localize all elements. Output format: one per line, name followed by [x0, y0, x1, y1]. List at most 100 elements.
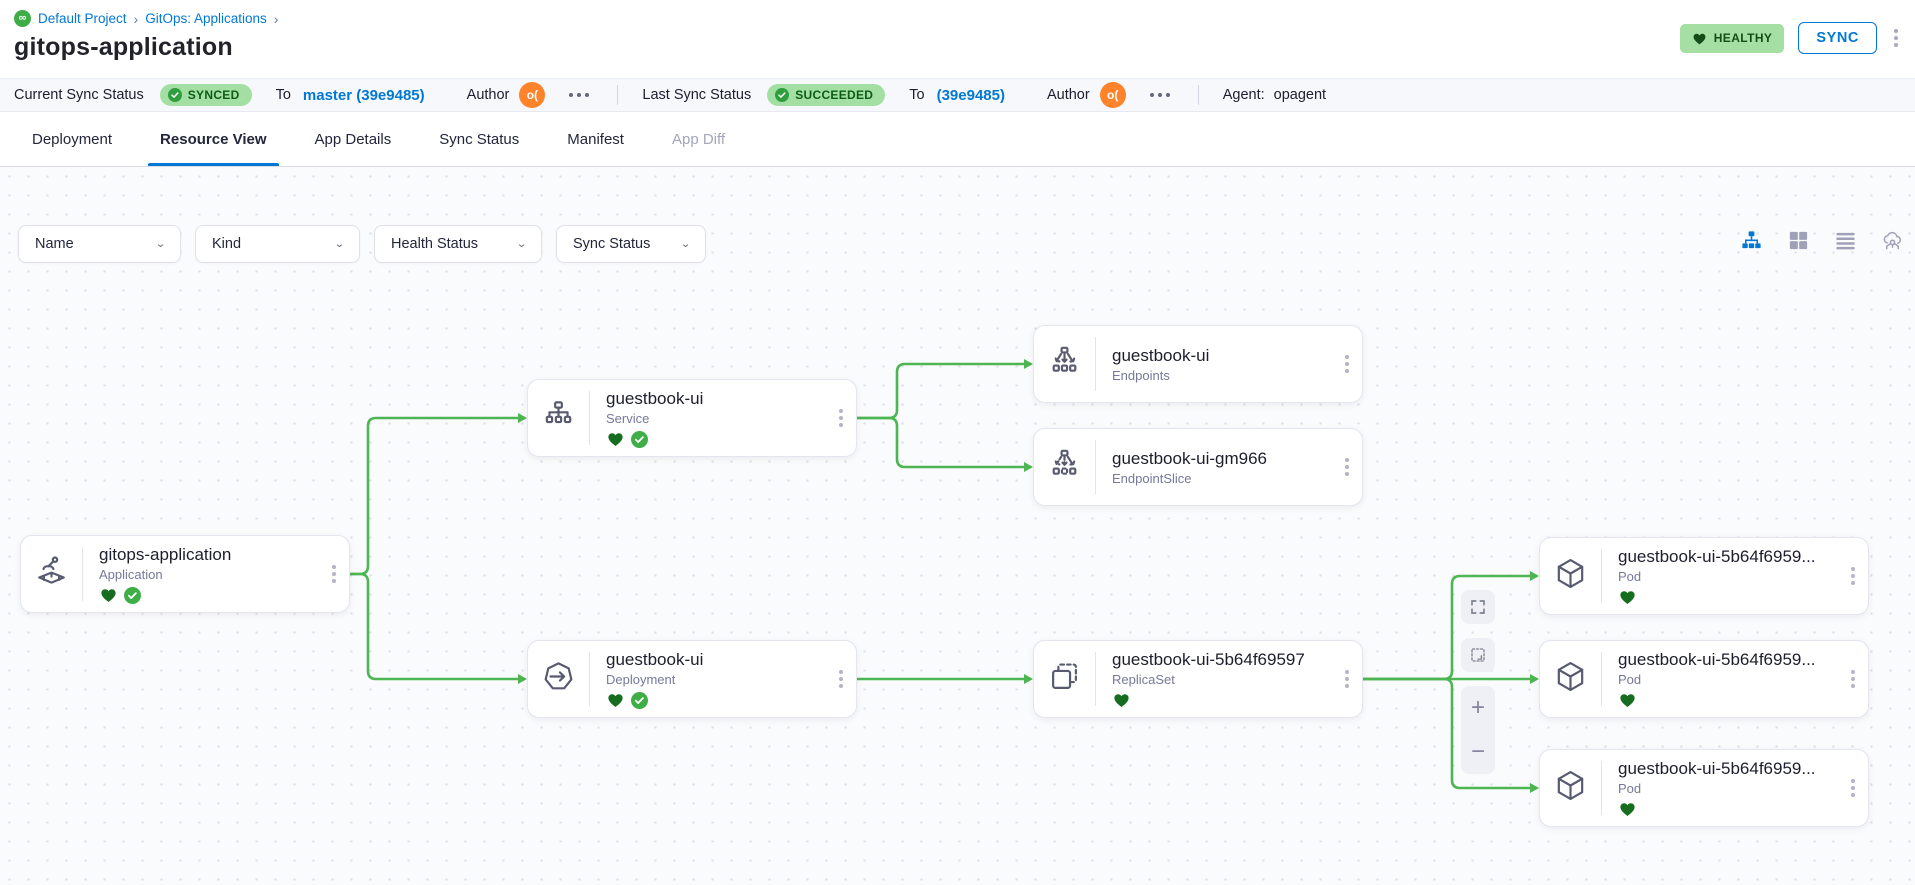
- service-icon: [541, 398, 576, 438]
- tab-manifest[interactable]: Manifest: [543, 112, 648, 166]
- gitops-logo-icon: ∞: [14, 10, 31, 27]
- list-view-icon[interactable]: [1832, 227, 1858, 253]
- author-avatar: o(: [519, 82, 545, 108]
- resource-node-pod1[interactable]: guestbook-ui-5b64f6959... Pod: [1539, 537, 1869, 615]
- resource-node-svc[interactable]: guestbook-ui Service: [527, 379, 857, 457]
- divider: [617, 85, 618, 105]
- check-circle-icon: [775, 88, 789, 102]
- graph-controls: + −: [1461, 590, 1495, 774]
- node-statuses: [1618, 691, 1838, 709]
- filter-dropdown-name[interactable]: Name⌄: [18, 225, 181, 263]
- node-title: guestbook-ui-5b64f6959...: [1618, 649, 1838, 670]
- node-kind: Pod: [1618, 781, 1838, 797]
- breadcrumb-link-gitops-applications[interactable]: GitOps: Applications: [145, 11, 267, 26]
- edge-app-service: [350, 418, 519, 574]
- author-label: Author: [1047, 87, 1090, 103]
- node-kebab-menu-icon[interactable]: [1838, 538, 1868, 614]
- synced-badge: SYNCED: [160, 84, 252, 106]
- health-status-badge: HEALTHY: [1680, 24, 1785, 53]
- tree-view-icon[interactable]: [1738, 227, 1764, 253]
- marquee-select-icon[interactable]: [1461, 638, 1495, 672]
- node-statuses: [1618, 588, 1838, 606]
- replicaset-icon: [1047, 659, 1082, 699]
- resource-node-ep[interactable]: guestbook-ui Endpoints: [1033, 325, 1363, 403]
- node-kind: Pod: [1618, 672, 1838, 688]
- node-kebab-menu-icon[interactable]: [1332, 326, 1362, 402]
- node-statuses: [99, 586, 319, 604]
- tab-deployment[interactable]: Deployment: [8, 112, 136, 166]
- edge-app-deployment: [350, 574, 519, 679]
- healthy-heart-icon: [606, 691, 625, 709]
- node-kind: Application: [99, 567, 319, 583]
- node-title: guestbook-ui-gm966: [1112, 448, 1332, 469]
- resource-node-app[interactable]: gitops-application Application: [20, 535, 350, 613]
- page-title: gitops-application: [14, 33, 1897, 62]
- last-sync-target-link[interactable]: (39e9485): [937, 87, 1005, 104]
- healthy-heart-icon: [1618, 800, 1637, 818]
- resource-node-rs[interactable]: guestbook-ui-5b64f69597 ReplicaSet: [1033, 640, 1363, 718]
- healthy-heart-icon: [606, 430, 625, 448]
- node-kebab-menu-icon[interactable]: [826, 641, 856, 717]
- current-sync-target-link[interactable]: master (39e9485): [303, 87, 425, 104]
- node-kebab-menu-icon[interactable]: [1838, 750, 1868, 826]
- last-sync-status-group: Last Sync Status SUCCEEDED To (39e9485) …: [642, 82, 1173, 108]
- agent-group: Agent: opagent: [1223, 87, 1326, 103]
- author-avatar: o(: [1100, 82, 1126, 108]
- node-kind: Endpoints: [1112, 368, 1332, 384]
- zoom-control-group: + −: [1461, 686, 1495, 774]
- node-title: guestbook-ui: [606, 388, 826, 409]
- breadcrumb: ∞ Default Project › GitOps: Applications…: [14, 10, 1897, 27]
- status-bar: Current Sync Status SYNCED To master (39…: [0, 78, 1915, 112]
- chevron-down-icon: ⌄: [334, 238, 345, 251]
- ellipsis-menu-icon[interactable]: [565, 89, 593, 101]
- node-title: guestbook-ui: [606, 649, 826, 670]
- healthy-heart-icon: [99, 586, 118, 604]
- ellipsis-menu-icon[interactable]: [1146, 89, 1174, 101]
- node-statuses: [1618, 800, 1838, 818]
- succeeded-badge: SUCCEEDED: [767, 84, 885, 106]
- cloud-view-icon[interactable]: [1879, 227, 1905, 253]
- filter-dropdown-health-status[interactable]: Health Status⌄: [374, 225, 542, 263]
- fullscreen-icon[interactable]: [1461, 590, 1495, 624]
- endpointslice-icon: [1047, 447, 1082, 487]
- tab-app-diff: App Diff: [648, 112, 749, 166]
- tab-resource-view[interactable]: Resource View: [136, 112, 290, 166]
- healthy-heart-icon: [1112, 691, 1131, 709]
- chevron-down-icon: ⌄: [680, 238, 691, 251]
- resource-node-pod3[interactable]: guestbook-ui-5b64f6959... Pod: [1539, 749, 1869, 827]
- resource-node-pod2[interactable]: guestbook-ui-5b64f6959... Pod: [1539, 640, 1869, 718]
- sync-button[interactable]: SYNC: [1798, 22, 1877, 54]
- edge-service-endpointslice: [857, 418, 1025, 467]
- grid-view-icon[interactable]: [1785, 227, 1811, 253]
- breadcrumb-link-project[interactable]: Default Project: [38, 11, 127, 26]
- heart-icon: [1692, 31, 1707, 46]
- resource-graph-canvas[interactable]: Name⌄ Kind⌄ Health Status⌄ Sync Status⌄ …: [0, 167, 1915, 885]
- agent-label: Agent:: [1223, 87, 1265, 103]
- top-header: ∞ Default Project › GitOps: Applications…: [0, 0, 1915, 78]
- header-kebab-menu-icon[interactable]: [1891, 25, 1901, 51]
- node-kebab-menu-icon[interactable]: [1332, 429, 1362, 505]
- resource-node-eps[interactable]: guestbook-ui-gm966 EndpointSlice: [1033, 428, 1363, 506]
- node-statuses: [606, 691, 826, 709]
- zoom-out-icon[interactable]: −: [1461, 730, 1495, 774]
- chevron-down-icon: ⌄: [516, 238, 527, 251]
- tab-app-details[interactable]: App Details: [291, 112, 416, 166]
- tab-bar: Deployment Resource View App Details Syn…: [0, 112, 1915, 167]
- health-badge-label: HEALTHY: [1714, 31, 1773, 45]
- application-icon: [34, 554, 69, 594]
- current-sync-status-label: Current Sync Status: [14, 87, 144, 103]
- node-kebab-menu-icon[interactable]: [319, 536, 349, 612]
- edge-service-endpoints: [857, 364, 1025, 418]
- node-kebab-menu-icon[interactable]: [1332, 641, 1362, 717]
- node-kind: ReplicaSet: [1112, 672, 1332, 688]
- node-kebab-menu-icon[interactable]: [1838, 641, 1868, 717]
- zoom-in-icon[interactable]: +: [1461, 686, 1495, 730]
- node-kebab-menu-icon[interactable]: [826, 380, 856, 456]
- tab-sync-status[interactable]: Sync Status: [415, 112, 543, 166]
- resource-node-deploy[interactable]: guestbook-ui Deployment: [527, 640, 857, 718]
- current-sync-status-group: Current Sync Status SYNCED To master (39…: [14, 82, 593, 108]
- filter-dropdown-kind[interactable]: Kind⌄: [195, 225, 360, 263]
- filter-dropdown-sync-status[interactable]: Sync Status⌄: [556, 225, 706, 263]
- pod-icon: [1553, 556, 1588, 596]
- node-title: guestbook-ui: [1112, 345, 1332, 366]
